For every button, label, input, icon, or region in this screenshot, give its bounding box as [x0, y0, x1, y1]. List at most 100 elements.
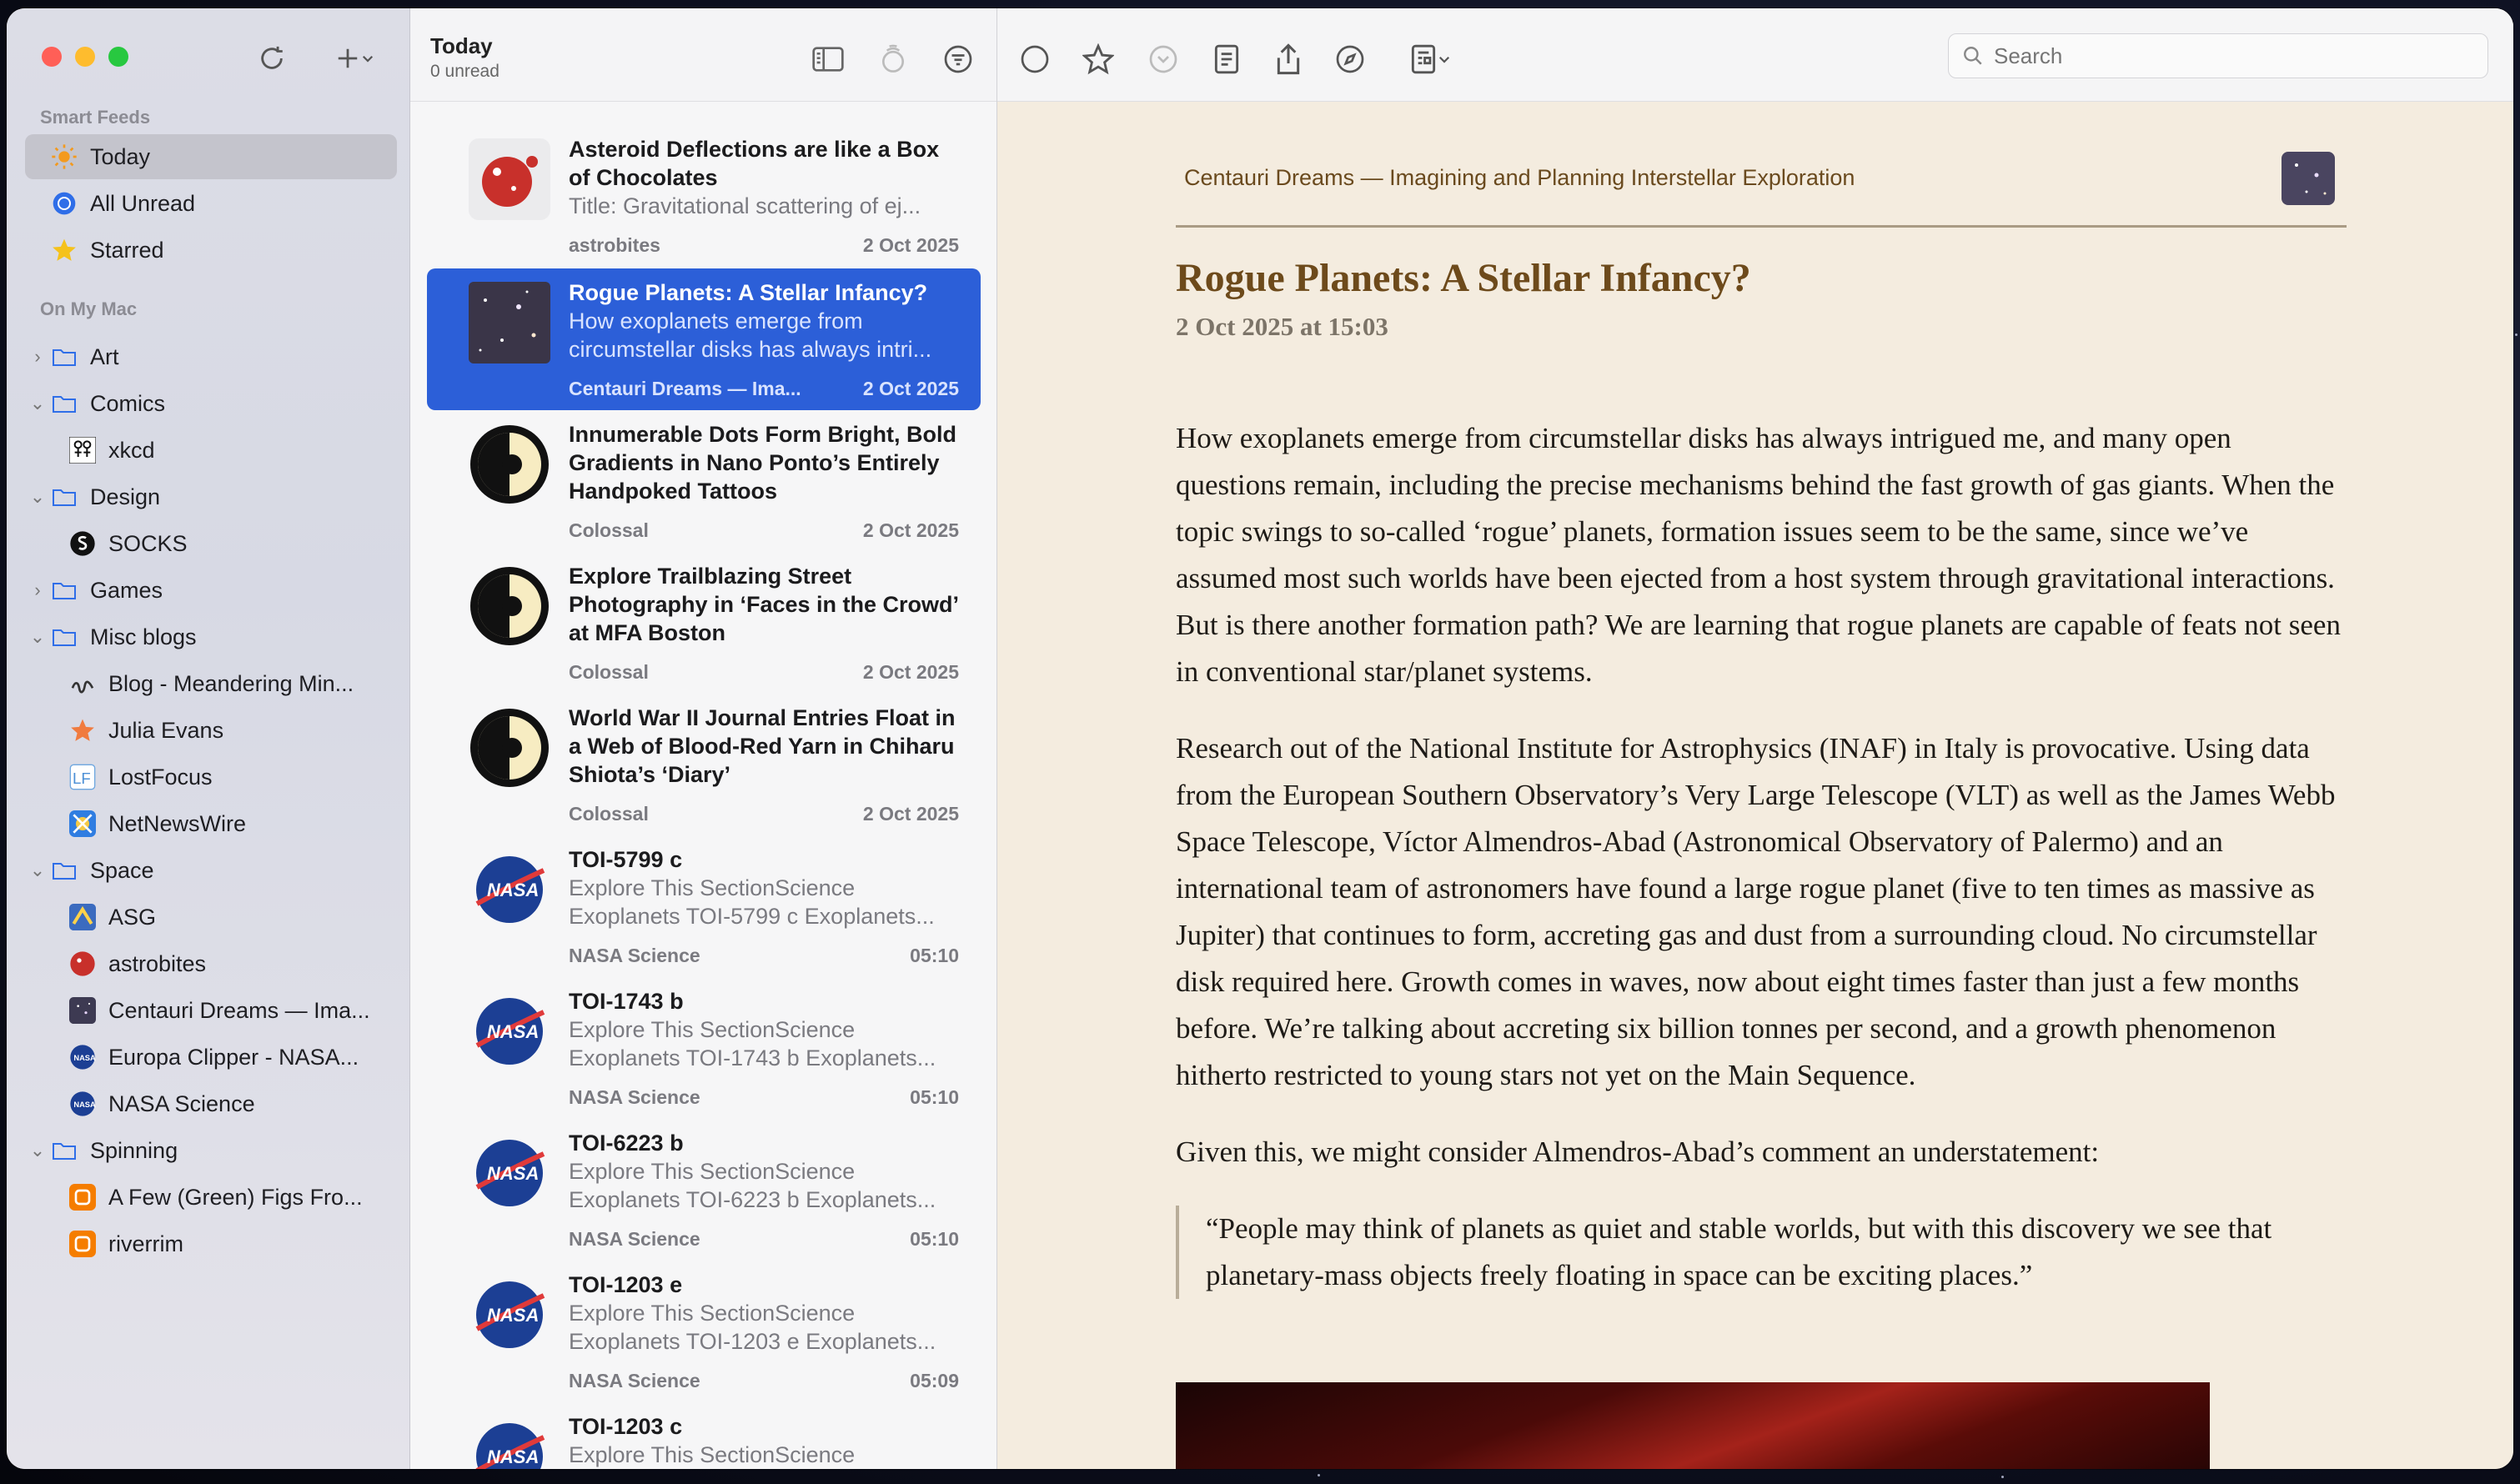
header-divider: [1176, 225, 2347, 228]
filter-button[interactable]: [939, 40, 977, 78]
sidebar-item-julia-evans[interactable]: Julia Evans: [25, 708, 397, 753]
close-button[interactable]: [42, 47, 62, 67]
sidebar-folder-design[interactable]: ⌄ Design: [25, 474, 397, 519]
sidebar-folder-comics[interactable]: ⌄ Comics: [25, 381, 397, 426]
sidebar-item-label: Centauri Dreams — Ima...: [108, 997, 370, 1023]
chevron-down-icon[interactable]: ⌄: [25, 860, 50, 881]
article-date: 2 Oct 2025: [862, 803, 959, 825]
article-row[interactable]: NASA TOI-1743 b Explore This SectionScie…: [427, 977, 981, 1119]
sidebar-folder-space[interactable]: ⌄ Space: [25, 848, 397, 893]
star-outline-icon: [1082, 43, 1114, 75]
sidebar-item-starred[interactable]: Starred: [25, 228, 397, 273]
chevron-right-icon[interactable]: ›: [25, 346, 50, 368]
article-row[interactable]: World War II Journal Entries Float in a …: [427, 694, 981, 835]
article-date: 05:10: [910, 1086, 959, 1108]
sidebar-item-label: Design: [90, 484, 161, 509]
article-summary: Explore This SectionScience Exoplanets T…: [569, 1017, 936, 1070]
chevron-down-icon[interactable]: ⌄: [25, 486, 50, 508]
sidebar-item-label: SOCKS: [108, 530, 188, 556]
sidebar-folder-art[interactable]: › Art: [25, 334, 397, 379]
folder-icon: [50, 1136, 78, 1165]
chevron-right-icon[interactable]: ›: [25, 579, 50, 601]
search-input[interactable]: [1994, 43, 2461, 69]
mark-read-button[interactable]: [1016, 40, 1054, 78]
article-row[interactable]: NASA TOI-1203 e Explore This SectionScie…: [427, 1261, 981, 1402]
article-date: 05:10: [910, 945, 959, 966]
article-source: NASA Science: [569, 1228, 700, 1250]
compass-icon: [1336, 45, 1364, 73]
nasa-icon: NASA: [469, 1274, 550, 1356]
search-field[interactable]: [1948, 33, 2488, 78]
centauri-icon: [68, 996, 97, 1025]
reader-view-button[interactable]: [1207, 40, 1246, 78]
star-button[interactable]: [1079, 40, 1117, 78]
article-source: Colossal: [569, 519, 649, 541]
zoom-button[interactable]: [108, 47, 128, 67]
article-summary: How exoplanets emerge from circumstellar…: [569, 308, 932, 362]
sidebar-item-meandering[interactable]: Blog - Meandering Min...: [25, 661, 397, 706]
sidebar-item-label: Art: [90, 343, 119, 369]
chevron-down-icon: [362, 55, 374, 63]
article-source: NASA Science: [569, 1370, 700, 1391]
sidebar-item-today[interactable]: Today: [25, 134, 397, 179]
sidebar-item-riverrim[interactable]: riverrim: [25, 1221, 397, 1266]
extractor-menu-button[interactable]: [1398, 40, 1464, 78]
article-title[interactable]: Rogue Planets: A Stellar Infancy?: [1176, 255, 1751, 301]
sidebar-folder-games[interactable]: › Games: [25, 568, 397, 613]
sidebar-folder-misc-blogs[interactable]: ⌄ Misc blogs: [25, 614, 397, 659]
article-extractor-icon: [1411, 44, 1436, 74]
mark-all-read-button[interactable]: [874, 40, 912, 78]
chevron-down-icon[interactable]: ⌄: [25, 393, 50, 414]
chevron-down-icon[interactable]: ⌄: [25, 1140, 50, 1161]
sidebar-item-all-unread[interactable]: All Unread: [25, 181, 397, 226]
sidebar-item-label: Misc blogs: [90, 624, 197, 649]
sidebar-item-label: Julia Evans: [108, 717, 224, 743]
share-icon: [1277, 43, 1300, 75]
article-source: NASA Science: [569, 1086, 700, 1108]
article-row[interactable]: NASA TOI-1203 c Explore This SectionScie…: [427, 1402, 981, 1469]
feed-link[interactable]: Centauri Dreams — Imagining and Planning…: [1184, 165, 1855, 191]
article-summary: Explore This SectionScience Exoplanets T…: [569, 1159, 936, 1212]
article-row[interactable]: NASA TOI-6223 b Explore This SectionScie…: [427, 1119, 981, 1261]
sidebar-item-label: Blog - Meandering Min...: [108, 670, 354, 696]
sidebar-item-centauri[interactable]: Centauri Dreams — Ima...: [25, 988, 397, 1033]
sidebar-item-socks[interactable]: SOCKS: [25, 521, 397, 566]
sidebar-item-label: xkcd: [108, 437, 155, 463]
open-in-browser-button[interactable]: [1331, 40, 1369, 78]
sidebar-item-green-figs[interactable]: A Few (Green) Figs Fro...: [25, 1175, 397, 1220]
sidebar-item-xkcd[interactable]: xkcd: [25, 428, 397, 473]
blogger-icon: [68, 1230, 97, 1258]
sidebar-item-netnewswire[interactable]: NetNewsWire: [25, 801, 397, 846]
sidebar-item-astrobites[interactable]: astrobites: [25, 941, 397, 986]
article-paragraph: Given this, we might consider Almendros-…: [1176, 1136, 2100, 1168]
article-paragraph: How exoplanets emerge from circumstellar…: [1176, 422, 2341, 688]
article-row[interactable]: Innumerable Dots Form Bright, Bold Gradi…: [427, 410, 981, 552]
sidebar-item-asg[interactable]: ASG: [25, 895, 397, 940]
share-button[interactable]: [1269, 40, 1308, 78]
sidebar-item-europa-clipper[interactable]: NASA Europa Clipper - NASA...: [25, 1035, 397, 1080]
article-row[interactable]: Asteroid Deflections are like a Box of C…: [427, 125, 981, 267]
toggle-sidebar-button[interactable]: [809, 40, 847, 78]
sidebar-item-lostfocus[interactable]: LF LostFocus: [25, 755, 397, 800]
article-row[interactable]: Explore Trailblazing Street Photography …: [427, 552, 981, 694]
minimize-button[interactable]: [75, 47, 95, 67]
circle-icon: [1021, 45, 1049, 73]
svg-text:LF: LF: [73, 770, 91, 787]
sidebar-item-label: NASA Science: [108, 1090, 255, 1116]
on-my-mac-header: On My Mac: [40, 298, 138, 319]
unread-count: 0 unread: [430, 62, 499, 81]
nasa-icon: NASA: [469, 990, 550, 1072]
sidebar-item-label: A Few (Green) Figs Fro...: [108, 1184, 363, 1210]
sidebar-item-label: riverrim: [108, 1231, 183, 1256]
article-row-selected[interactable]: Rogue Planets: A Stellar Infancy? How ex…: [427, 268, 981, 410]
next-unread-button[interactable]: [1144, 40, 1182, 78]
sidebar-item-nasa-science[interactable]: NASA NASA Science: [25, 1081, 397, 1126]
reader-view-icon: [1214, 44, 1239, 74]
article-summary: Explore This SectionScience Exoplanets T…: [569, 875, 935, 929]
chevron-down-icon[interactable]: ⌄: [25, 626, 50, 648]
sidebar-folder-spinning[interactable]: ⌄ Spinning: [25, 1128, 397, 1173]
article-row[interactable]: NASA TOI-5799 c Explore This SectionScie…: [427, 835, 981, 977]
colossal-icon: [469, 707, 550, 789]
refresh-button[interactable]: [254, 40, 290, 77]
add-menu-button[interactable]: [322, 40, 389, 77]
